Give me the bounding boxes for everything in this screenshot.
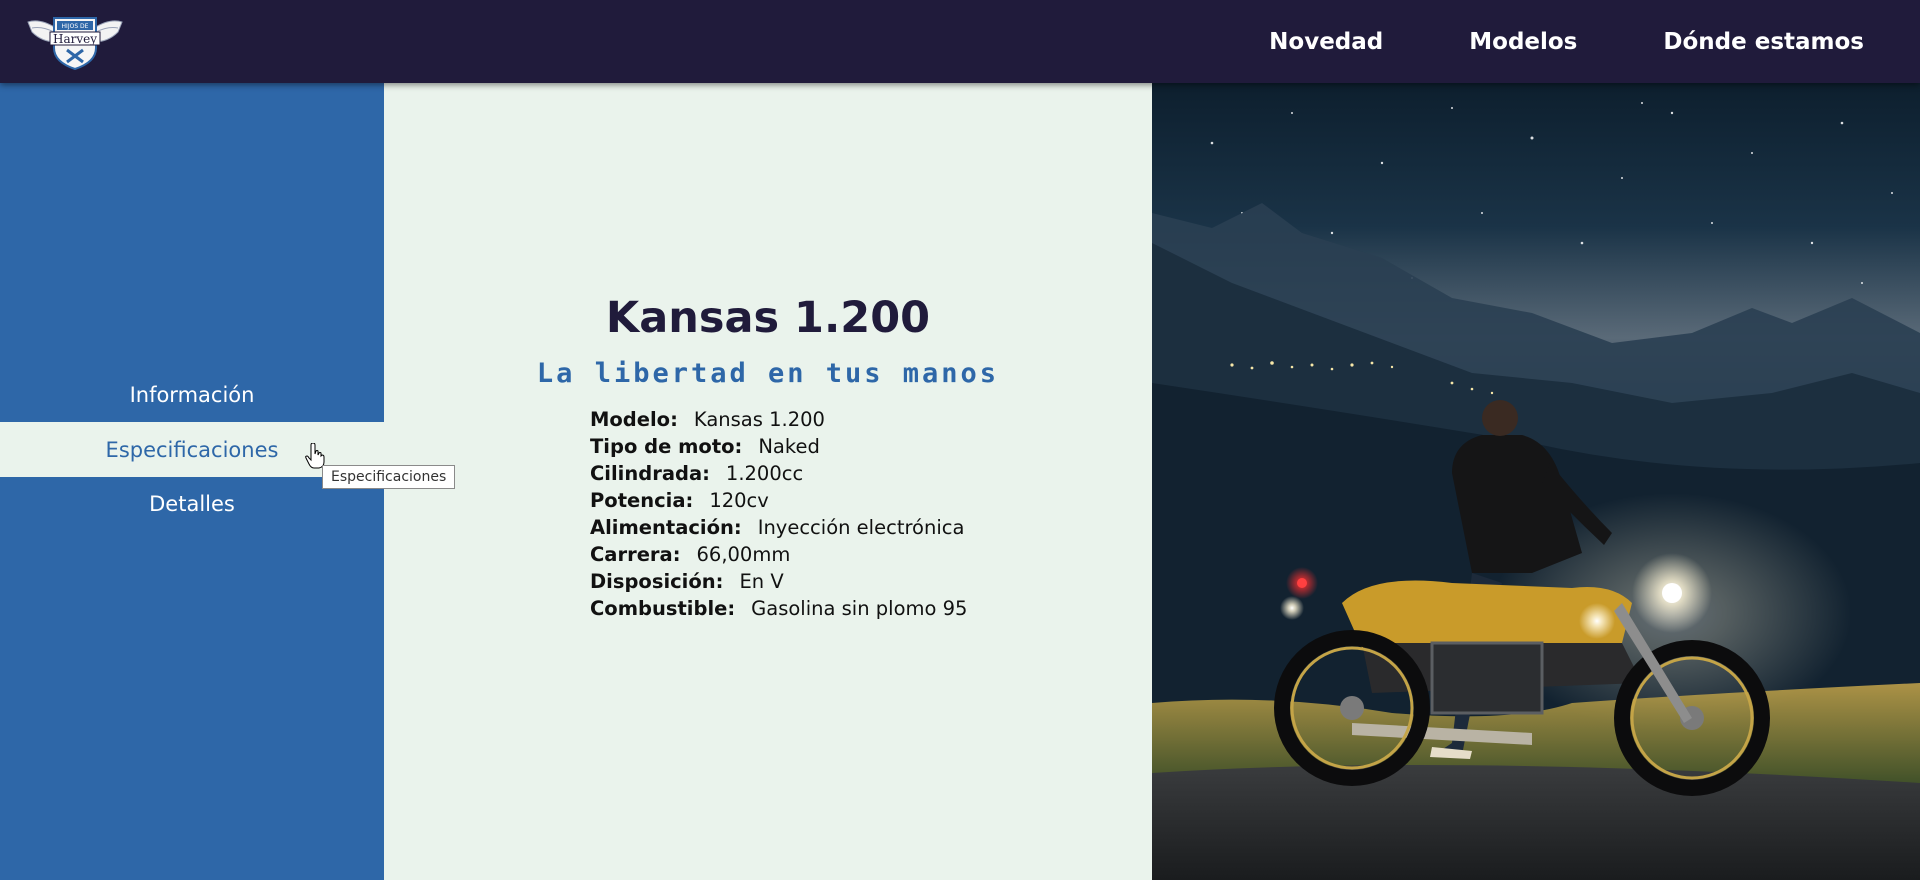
spec-row: Potencia: 120cv: [590, 487, 967, 514]
spec-label: Modelo:: [590, 408, 678, 431]
spec-row: Combustible: Gasolina sin plomo 95: [590, 595, 967, 622]
spec-row: Tipo de moto: Naked: [590, 433, 967, 460]
nav-link-modelos[interactable]: Modelos: [1469, 29, 1577, 55]
spec-value: En V: [739, 570, 784, 593]
spec-row: Alimentación: Inyección electrónica: [590, 514, 967, 541]
spec-row: Disposición: En V: [590, 568, 967, 595]
sidebar-item-label: Detalles: [149, 491, 235, 516]
main-nav: Novedad Modelos Dónde estamos: [1269, 0, 1864, 83]
sidebar-item-informacion[interactable]: Información: [0, 367, 384, 422]
top-navbar: HIJOS DE Harvey Novedad Modelos Dónde es…: [0, 0, 1920, 83]
brand-logo[interactable]: HIJOS DE Harvey: [26, 12, 124, 71]
tooltip: Especificaciones: [322, 465, 456, 489]
spec-value: Kansas 1.200: [693, 408, 825, 431]
spec-label: Alimentación:: [590, 516, 742, 539]
product-title: Kansas 1.200: [605, 293, 931, 343]
spec-row: Carrera: 66,00mm: [590, 541, 967, 568]
spec-row: Cilindrada: 1.200cc: [590, 460, 967, 487]
spec-label: Disposición:: [590, 570, 724, 593]
sidebar-item-label: Especificaciones: [105, 437, 279, 462]
spec-value: Naked: [758, 435, 820, 458]
product-details: Kansas 1.200 La libertad en tus manos Mo…: [384, 83, 1152, 880]
spec-label: Tipo de moto:: [590, 435, 743, 458]
logo-name-text: Harvey: [53, 32, 97, 46]
spec-list: Modelo: Kansas 1.200 Tipo de moto: Naked C…: [590, 406, 967, 622]
spec-value: 1.200cc: [725, 462, 804, 485]
hero-motorcycle-photo: [1152, 83, 1920, 880]
spec-value: 66,00mm: [696, 543, 791, 566]
spec-row: Modelo: Kansas 1.200: [590, 406, 967, 433]
nav-link-novedad[interactable]: Novedad: [1269, 29, 1383, 55]
spec-label: Carrera:: [590, 543, 681, 566]
spec-label: Combustible:: [590, 597, 736, 620]
spec-value: Gasolina sin plomo 95: [751, 597, 968, 620]
logo-top-text: HIJOS DE: [62, 23, 89, 30]
spec-value: Inyección electrónica: [757, 516, 965, 539]
sidebar-item-label: Información: [129, 382, 255, 407]
nav-link-donde-estamos[interactable]: Dónde estamos: [1663, 29, 1864, 55]
spec-value: 120cv: [709, 489, 769, 512]
product-subtitle: La libertad en tus manos: [536, 358, 1000, 389]
spec-label: Cilindrada:: [590, 462, 710, 485]
spec-label: Potencia:: [590, 489, 694, 512]
